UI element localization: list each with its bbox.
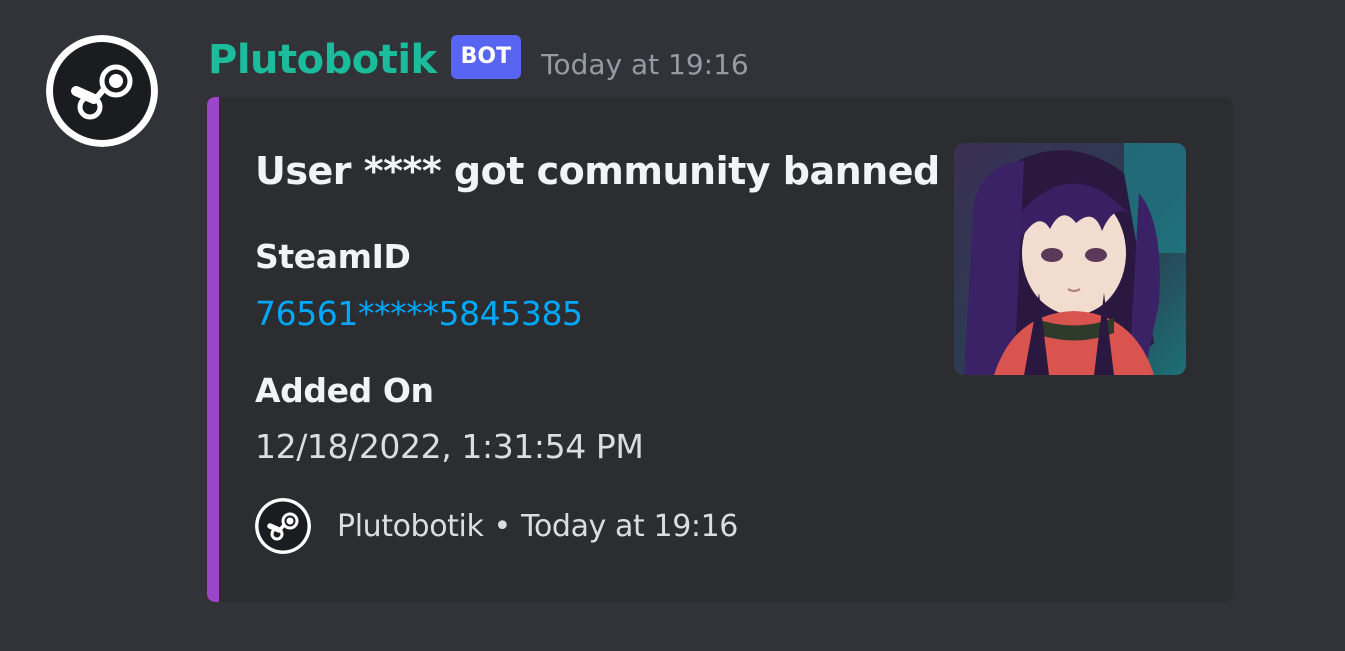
- field-name-added-on: Added On: [255, 371, 434, 410]
- field-value-added-on: 12/18/2022, 1:31:54 PM: [255, 427, 644, 466]
- embed-footer: Plutobotik • Today at 19:16: [255, 498, 738, 554]
- footer-avatar: [255, 498, 311, 554]
- footer-author: Plutobotik: [337, 508, 484, 544]
- field-value-steamid-link[interactable]: 76561*****5845385: [255, 294, 583, 333]
- message-embed: User **** got community banned SteamID 7…: [207, 97, 1233, 602]
- embed-accent-bar: [207, 97, 219, 602]
- message-timestamp[interactable]: Today at 19:16: [541, 48, 749, 81]
- message-header: Plutobotik BOT Today at 19:16: [208, 32, 749, 88]
- author-avatar[interactable]: [46, 35, 158, 147]
- steam-icon: [46, 35, 158, 147]
- embed-title: User **** got community banned: [255, 149, 940, 193]
- embed-thumbnail[interactable]: [954, 143, 1186, 375]
- anime-avatar-thumbnail: [954, 143, 1186, 375]
- author-name[interactable]: Plutobotik: [208, 37, 437, 83]
- bot-badge: BOT: [450, 35, 522, 79]
- footer-separator: •: [493, 508, 512, 544]
- footer-timestamp: Today at 19:16: [521, 508, 738, 544]
- steam-icon: [255, 498, 311, 554]
- field-name-steamid: SteamID: [255, 237, 411, 276]
- chat-message: Plutobotik BOT Today at 19:16 User **** …: [0, 0, 1345, 651]
